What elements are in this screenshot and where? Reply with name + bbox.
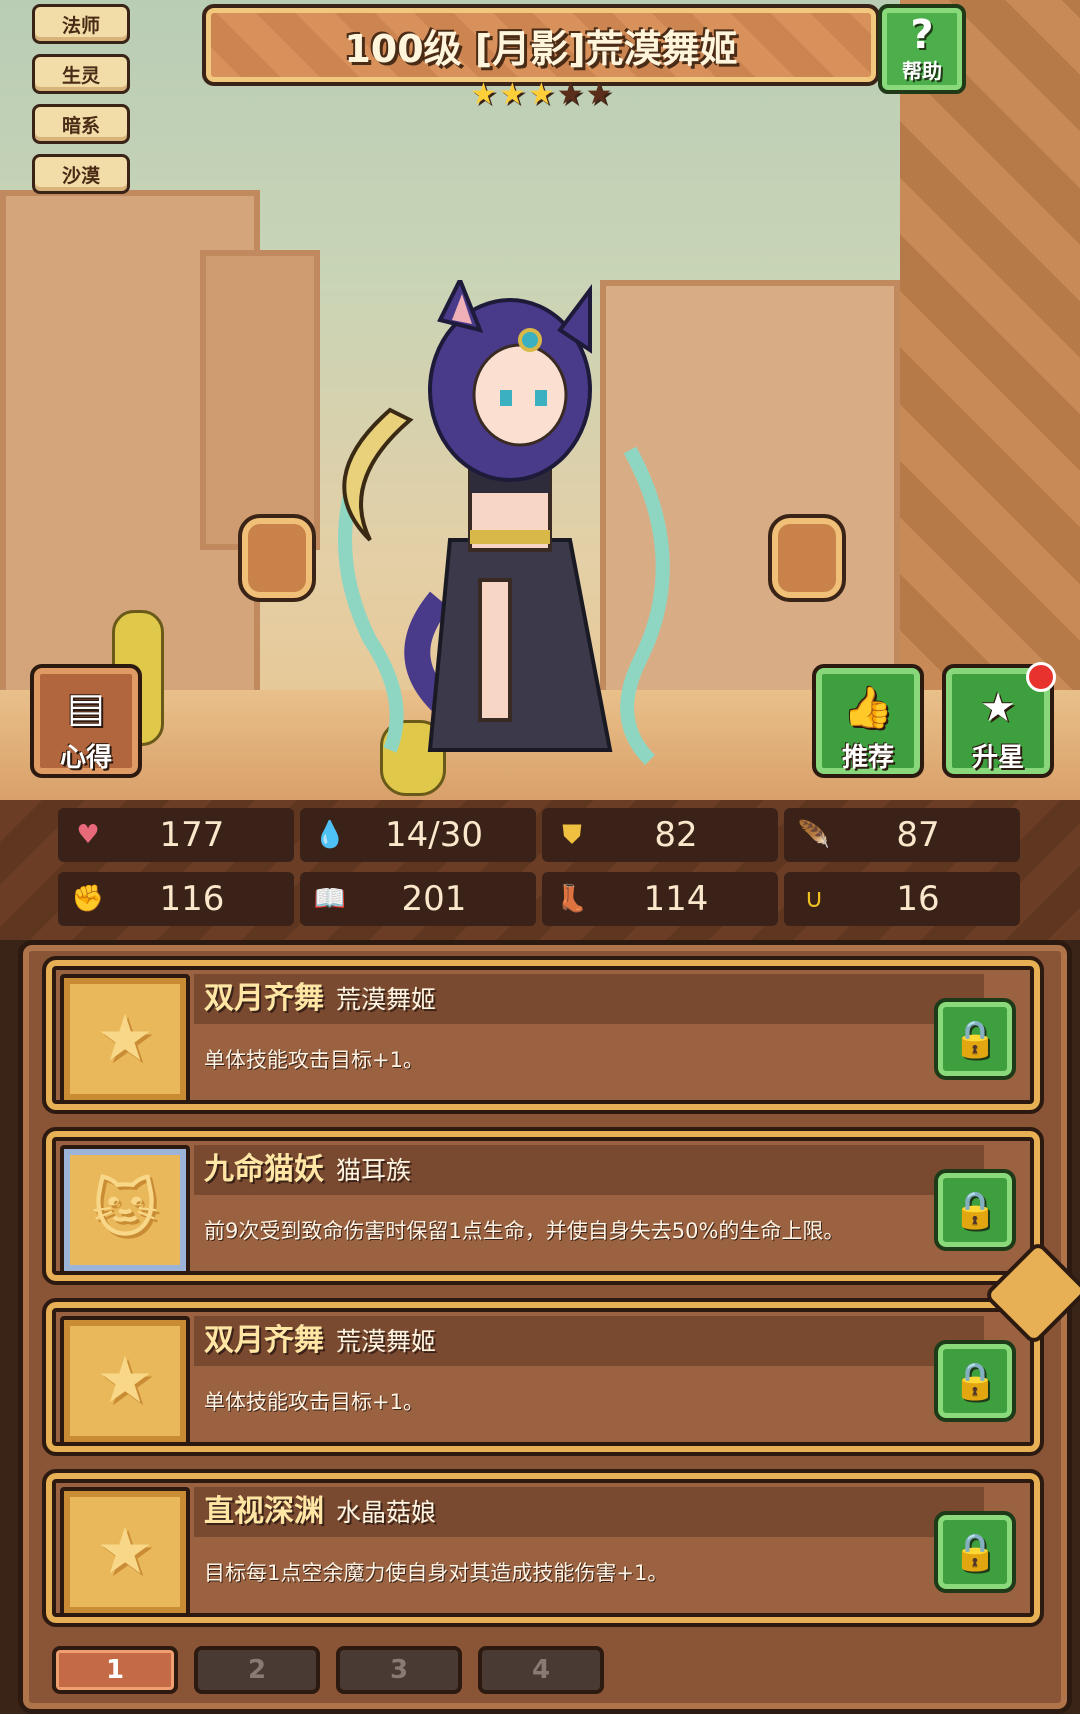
page-tab-2[interactable]: 2	[194, 1646, 320, 1694]
star-icon: ★	[60, 1316, 190, 1446]
skill-name: 九命猫妖	[204, 1152, 324, 1187]
character-scene: 法师 生灵 暗系 沙漠 100级 [月影]荒漠舞姬 ★ ★ ★ ★ ★ ? 帮助 ▤ 心…	[0, 0, 1080, 800]
star-icon: ★	[980, 685, 1016, 731]
floating-coin-icon	[238, 514, 316, 602]
skill-header: 双月齐舞 荒漠舞姬	[194, 974, 984, 1024]
skill-name: 直视深渊	[204, 1494, 324, 1529]
stat-value: 116	[159, 879, 225, 919]
lock-button[interactable]: 🔒	[934, 998, 1016, 1080]
stat-magic: 📖 201	[300, 872, 536, 926]
hero-title-bar: 100级 [月影]荒漠舞姬	[202, 4, 880, 86]
recommend-button[interactable]: 👍 推荐	[812, 664, 924, 778]
skill-source: 猫耳族	[336, 1156, 412, 1185]
star-icon: ★	[60, 1487, 190, 1617]
star-filled-icon: ★	[527, 77, 555, 112]
horseshoe-icon: ∪	[804, 884, 824, 914]
star-rating: ★ ★ ★ ★ ★	[470, 80, 613, 110]
stat-value: 82	[654, 815, 698, 855]
page-tabs: 1 2 3 4	[52, 1646, 604, 1694]
question-icon: ?	[910, 11, 934, 58]
stat-luck: ∪ 16	[784, 872, 1020, 926]
hero-title: 100级 [月影]荒漠舞姬	[344, 26, 738, 71]
star-up-label: 升星	[971, 743, 1024, 773]
boots-icon: 👢	[555, 884, 589, 914]
cat-icon: 🐱	[60, 1145, 190, 1275]
lock-button[interactable]: 🔒	[934, 1169, 1016, 1251]
scroll-icon: ▤	[67, 685, 105, 731]
star-up-button[interactable]: ★ 升星	[942, 662, 1056, 778]
notes-button[interactable]: ▤ 心得	[30, 664, 142, 778]
skill-card[interactable]: ★ 直视深渊 水晶菇娘 目标每1点空余魔力使自身对其造成技能伤害+1。 🔒	[42, 1469, 1044, 1627]
lock-button[interactable]: 🔒	[934, 1511, 1016, 1593]
star-filled-icon: ★	[470, 77, 497, 112]
background-rock	[200, 250, 320, 550]
stat-value: 16	[896, 879, 940, 919]
star-icon: ★	[60, 974, 190, 1104]
dancer-character-sprite	[338, 280, 670, 765]
skill-card[interactable]: ★ 双月齐舞 荒漠舞姬 单体技能攻击目标+1。 🔒	[42, 1298, 1044, 1456]
star-filled-icon: ★	[498, 77, 526, 112]
stat-value: 14/30	[385, 815, 483, 855]
skill-name: 双月齐舞	[204, 981, 324, 1016]
tag-race[interactable]: 生灵	[32, 54, 130, 94]
lock-button[interactable]: 🔒	[934, 1340, 1016, 1422]
stat-value: 177	[159, 815, 225, 855]
stat-attack: ✊ 116	[58, 872, 294, 926]
help-label: 帮助	[902, 58, 942, 83]
skill-name: 双月齐舞	[204, 1323, 324, 1358]
skill-card[interactable]: ★ 双月齐舞 荒漠舞姬 单体技能攻击目标+1。 🔒	[42, 956, 1044, 1114]
skill-header: 九命猫妖 猫耳族	[194, 1145, 984, 1195]
tag-terrain[interactable]: 沙漠	[32, 154, 130, 194]
recommend-label: 推荐	[841, 743, 894, 773]
heart-icon: ♥	[76, 820, 100, 850]
tag-class[interactable]: 法师	[32, 4, 130, 44]
fist-icon: ✊	[71, 884, 105, 914]
stat-mana: 💧 14/30	[300, 808, 536, 862]
page-tab-4[interactable]: 4	[478, 1646, 604, 1694]
skill-source: 荒漠舞姬	[336, 1327, 437, 1356]
lock-icon: 🔒	[952, 1019, 998, 1060]
stat-value: 201	[401, 879, 467, 919]
shield-icon: ⛊	[562, 819, 582, 850]
skill-header: 直视深渊 水晶菇娘	[194, 1487, 984, 1537]
floating-coin-icon	[768, 514, 846, 602]
stat-agility: 🪶 87	[784, 808, 1020, 862]
skill-description: 目标每1点空余魔力使自身对其造成技能伤害+1。	[204, 1561, 669, 1585]
help-button[interactable]: ? 帮助	[878, 4, 966, 94]
skill-description: 单体技能攻击目标+1。	[204, 1390, 424, 1414]
lock-icon: 🔒	[952, 1532, 998, 1573]
feather-icon: 🪶	[797, 820, 831, 850]
star-empty-icon: ★	[556, 77, 584, 112]
notification-dot	[1026, 662, 1056, 692]
skill-source: 荒漠舞姬	[336, 985, 437, 1014]
stat-hp: ♥ 177	[58, 808, 294, 862]
stat-defense: ⛊ 82	[542, 808, 778, 862]
lock-icon: 🔒	[952, 1190, 998, 1231]
water-drop-icon: 💧	[313, 820, 347, 850]
lock-icon: 🔒	[952, 1361, 998, 1402]
stats-panel: ♥ 177 💧 14/30 ⛊ 82 🪶 87 ✊ 116 📖 201 👢 11…	[0, 800, 1080, 940]
tag-element[interactable]: 暗系	[32, 104, 130, 144]
skill-source: 水晶菇娘	[336, 1498, 437, 1527]
star-empty-icon: ★	[585, 77, 613, 112]
page-tab-3[interactable]: 3	[336, 1646, 462, 1694]
skill-description: 前9次受到致命伤害时保留1点生命，并使自身失去50%的生命上限。	[204, 1219, 845, 1243]
stat-value: 87	[896, 815, 940, 855]
thumbs-up-icon: 👍	[843, 685, 893, 731]
skill-header: 双月齐舞 荒漠舞姬	[194, 1316, 984, 1366]
skill-card[interactable]: 🐱 九命猫妖 猫耳族 前9次受到致命伤害时保留1点生命，并使自身失去50%的生命…	[42, 1127, 1044, 1285]
page-tab-1[interactable]: 1	[52, 1646, 178, 1694]
stat-speed: 👢 114	[542, 872, 778, 926]
stat-value: 114	[643, 879, 709, 919]
skill-description: 单体技能攻击目标+1。	[204, 1048, 424, 1072]
book-icon: 📖	[313, 884, 347, 914]
notes-label: 心得	[59, 743, 112, 773]
